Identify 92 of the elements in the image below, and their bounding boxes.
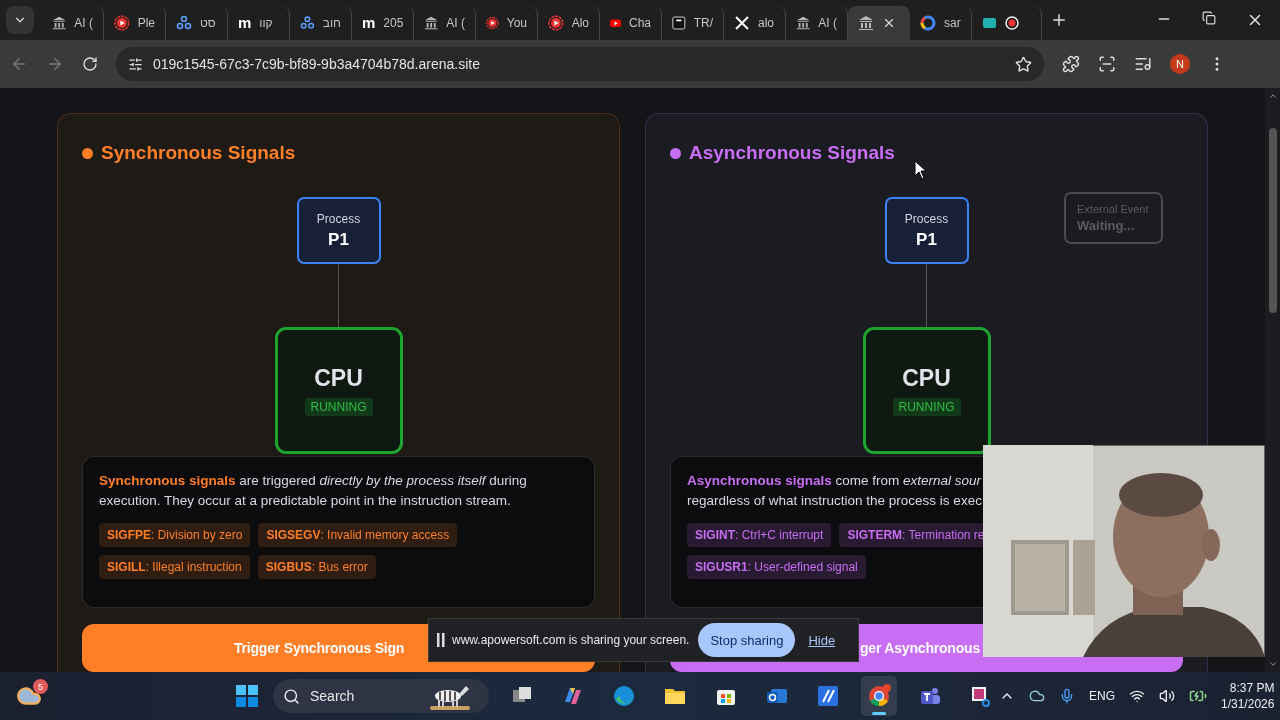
hide-link[interactable]: Hide: [808, 632, 836, 648]
tab-title: AI (: [74, 16, 93, 30]
google-icon: [920, 15, 936, 31]
clock-date: 1/31/2026: [1221, 696, 1275, 712]
cursor-icon: [914, 160, 928, 180]
extensions-icon[interactable]: [1062, 55, 1080, 73]
status-label: RUNNING: [304, 398, 373, 416]
cpu-label: CPU: [902, 365, 951, 392]
event-status: Waiting...: [1077, 218, 1136, 233]
tab-title: Ple: [137, 16, 155, 30]
signal-tag: SIGUSR1: User-defined signal: [687, 555, 866, 579]
site-info-icon[interactable]: [128, 56, 143, 72]
signal-tag: SIGINT: Ctrl+C interrupt: [687, 523, 832, 547]
volume-icon[interactable]: [1159, 688, 1175, 704]
card-title: Synchronous Signals: [101, 142, 296, 164]
language-label[interactable]: ENG: [1089, 689, 1115, 703]
wifi-icon[interactable]: [1129, 688, 1145, 704]
tab-title: Cha: [629, 16, 651, 30]
recorder-icon: [982, 15, 1020, 31]
tab-title: alo: [758, 16, 774, 30]
event-label: External Event: [1077, 203, 1150, 215]
clock[interactable]: 8:37 PM 1/31/2026: [1221, 680, 1275, 712]
active-indicator: [872, 712, 886, 715]
browser-icon: [612, 684, 636, 708]
signal-tag: SIGFPE: Division by zero: [99, 523, 251, 547]
play-icon: [486, 15, 499, 31]
site-icon: m: [238, 15, 252, 31]
description-text: Synchronous signals are triggered directly by the process itself during execution. They occur at a predictable point in the instruction stream.: [99, 472, 528, 510]
process-label: Process: [316, 211, 361, 226]
search-input[interactable]: Search: [308, 687, 418, 705]
process-name: P1: [328, 229, 349, 250]
search-icon: [283, 687, 300, 705]
tab-title: AI (: [818, 16, 837, 30]
back-icon[interactable]: [10, 55, 28, 73]
profile-avatar[interactable]: N: [1170, 54, 1190, 74]
scroll-up-icon[interactable]: [1267, 91, 1278, 101]
tab-title: Alo: [571, 16, 589, 30]
columns-icon: [424, 15, 439, 31]
close-icon[interactable]: [882, 16, 896, 30]
microphone-icon[interactable]: [1059, 688, 1075, 704]
bookmark-star-icon[interactable]: [1015, 55, 1032, 73]
tab-title: 205: [383, 16, 404, 30]
reload-icon[interactable]: [82, 56, 98, 72]
process-name: P1: [916, 229, 937, 250]
connector-line: [338, 264, 339, 327]
tab-title: You: [506, 16, 527, 30]
browser-tab[interactable]: [848, 6, 910, 40]
forward-icon[interactable]: [46, 55, 64, 73]
clock-time: 8:37 PM: [1229, 680, 1275, 696]
scan-icon[interactable]: [1098, 55, 1116, 73]
columns-icon: [858, 15, 874, 31]
search-field[interactable]: Search: [273, 679, 489, 713]
app-icon: [672, 15, 686, 31]
scroll-thumb[interactable]: [1268, 127, 1277, 313]
tab-title: סט: [200, 16, 216, 30]
snipping-icon: [969, 684, 993, 708]
card-title: Asynchronous Signals: [689, 142, 895, 164]
editor-icon: [816, 684, 840, 708]
cross-icon: [734, 15, 750, 31]
signal-tag: SIGSEGV: Invalid memory access: [258, 523, 458, 547]
stop-sharing-button[interactable]: Stop sharing: [698, 623, 796, 657]
new-tab-icon[interactable]: [1050, 11, 1068, 29]
status-label: RUNNING: [892, 398, 961, 416]
notification-badge: 5: [33, 679, 48, 694]
start-icon[interactable]: [236, 685, 258, 707]
pause-icon: [437, 633, 445, 647]
process-label: Process: [904, 211, 949, 226]
nodes-icon: [176, 15, 192, 31]
site-icon: m: [362, 15, 376, 31]
url-text: 019c1545-67c3-7c9b-bf89-9b3a4704b78d.arena.site: [153, 56, 481, 72]
chrome-icon: [867, 684, 891, 708]
play-icon: [548, 15, 564, 31]
cpu-label: CPU: [314, 365, 363, 392]
tab-title: sar: [944, 16, 961, 30]
signal-tag: SIGILL: Illegal instruction: [99, 555, 250, 579]
play-icon: [114, 15, 130, 31]
columns-icon: [796, 15, 811, 31]
tab-title: חוב: [322, 16, 341, 30]
connector-line: [926, 264, 927, 327]
signal-tag: SIGBUS: Bus error: [257, 555, 376, 579]
address-bar[interactable]: 019c1545-67c3-7c9b-bf89-9b3a4704b78d.arena.site: [116, 47, 1044, 81]
taskbar-app[interactable]: [861, 676, 897, 716]
cloud-icon[interactable]: [1029, 688, 1045, 704]
tab-title: AI (: [446, 16, 465, 30]
scroll-down-icon[interactable]: [1267, 659, 1278, 669]
tab-title: קוו: [259, 16, 273, 30]
description-text: Asynchronous signals come from external sour regardless of what instruction the process is exec: [687, 472, 983, 510]
nodes-icon: [300, 15, 315, 31]
restore-icon[interactable]: [1202, 11, 1216, 25]
columns-icon: [52, 15, 67, 31]
tab-title: TR/: [693, 16, 713, 30]
media-icon[interactable]: [1134, 55, 1152, 73]
